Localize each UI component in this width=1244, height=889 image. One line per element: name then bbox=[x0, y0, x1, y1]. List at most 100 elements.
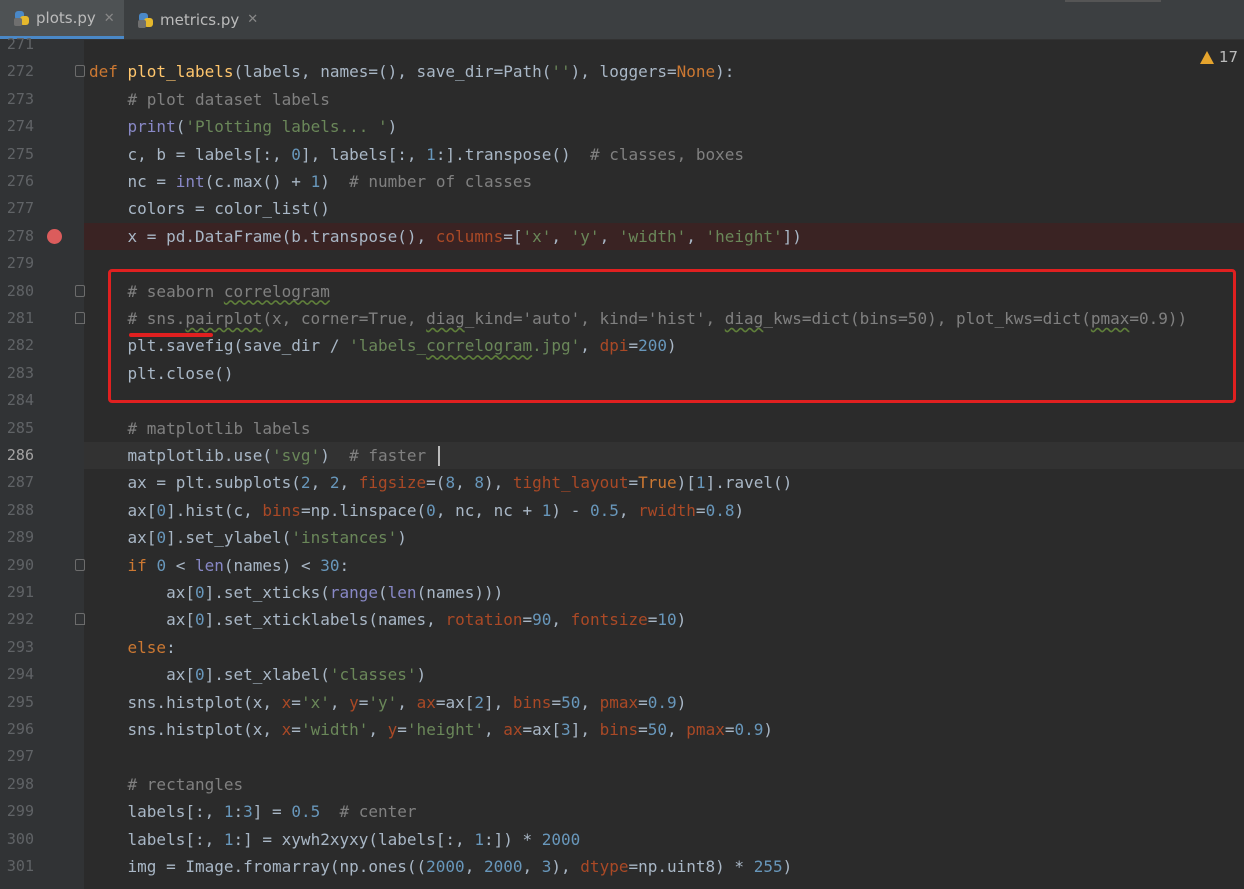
code-text: sns.histplot(x, x='x', y='y', ax=ax[2], … bbox=[89, 689, 687, 716]
code-line[interactable]: 272 def plot_labels(labels, names=(), sav… bbox=[0, 58, 1244, 85]
code-token: None bbox=[676, 62, 716, 82]
code-token: 1 bbox=[223, 802, 234, 822]
code-token: 0 bbox=[194, 583, 205, 602]
code-token: 1 bbox=[695, 473, 706, 493]
code-token: 2 bbox=[300, 473, 311, 493]
code-line[interactable]: 296 sns.histplot(x, x='width', y='height… bbox=[0, 716, 1244, 743]
code-token: ), bbox=[483, 473, 513, 493]
code-line[interactable]: 275 c, b = labels[:, 0], labels[:, 1:].t… bbox=[0, 141, 1244, 168]
code-line[interactable]: 295 sns.histplot(x, x='x', y='y', ax=ax[… bbox=[0, 689, 1244, 716]
code-text: # plot dataset labels bbox=[89, 86, 330, 113]
code-line[interactable]: 301 img = Image.fromarray(np.ones((2000,… bbox=[0, 853, 1244, 880]
line-number: 296 bbox=[6, 720, 34, 738]
warnings-indicator[interactable]: 17 bbox=[1200, 48, 1238, 66]
code-token: x bbox=[281, 692, 292, 712]
code-line[interactable]: 291 ax[0].set_xticks(range(len(names))) bbox=[0, 579, 1244, 606]
code-token: (names) < bbox=[223, 555, 321, 575]
breakpoint-icon[interactable] bbox=[47, 228, 62, 244]
scroll-indicator bbox=[1065, 0, 1161, 2]
code-token: y bbox=[349, 692, 359, 712]
code-text: ax[0].set_ylabel('instances') bbox=[89, 524, 407, 551]
fold-icon[interactable] bbox=[75, 613, 85, 626]
code-text: labels[:, 1:3] = 0.5 # center bbox=[89, 798, 417, 825]
line-number: 274 bbox=[6, 117, 34, 136]
code-token: ) bbox=[320, 446, 350, 465]
code-line[interactable]: 293 else: bbox=[0, 634, 1244, 661]
code-token: 50 bbox=[561, 692, 581, 712]
code-token: 3 bbox=[541, 857, 552, 876]
code-token: = bbox=[522, 610, 533, 630]
code-token: , bbox=[599, 226, 619, 246]
code-line[interactable]: 298 # rectangles bbox=[0, 771, 1244, 798]
code-text: sns.histplot(x, x='width', y='height', a… bbox=[89, 716, 773, 743]
code-token: 1 bbox=[310, 172, 321, 191]
code-token: '' bbox=[551, 62, 571, 82]
line-number: 281 bbox=[6, 309, 34, 327]
close-icon[interactable]: ✕ bbox=[247, 12, 258, 27]
code-token: 0.5 bbox=[589, 500, 619, 520]
code-text: labels[:, 1:] = xywh2xyxy(labels[:, 1:])… bbox=[89, 826, 581, 853]
highlight-underline-annotation bbox=[129, 333, 213, 337]
code-line[interactable]: 297 bbox=[0, 743, 1244, 770]
code-token: : bbox=[166, 637, 176, 657]
code-token: (labels, names=(), save_dir=Path( bbox=[233, 62, 552, 82]
line-number: 277 bbox=[6, 199, 34, 218]
code-line[interactable]: 300 labels[:, 1:] = xywh2xyxy(labels[:, … bbox=[0, 826, 1244, 853]
code-token: ax = plt.subplots( bbox=[89, 473, 301, 493]
code-token: 2000 bbox=[483, 857, 523, 876]
line-number: 287 bbox=[6, 473, 34, 492]
fold-icon[interactable] bbox=[75, 312, 85, 324]
code-token: ax[ bbox=[89, 528, 157, 548]
code-token: # center bbox=[339, 802, 417, 822]
line-number: 279 bbox=[6, 254, 34, 273]
code-token: ) bbox=[676, 692, 687, 712]
line-number: 295 bbox=[6, 692, 34, 711]
code-token: ], bbox=[570, 720, 600, 739]
code-line[interactable]: 290 if 0 < len(names) < 30: bbox=[0, 552, 1244, 579]
code-token: , bbox=[464, 857, 484, 876]
code-token: =( bbox=[426, 473, 446, 493]
code-token: 1 bbox=[426, 144, 436, 164]
code-token: ( bbox=[378, 583, 388, 602]
code-token: nc = bbox=[89, 172, 176, 191]
code-line[interactable]: 292 ax[0].set_xticklabels(names, rotatio… bbox=[0, 606, 1244, 633]
code-line[interactable]: 277 colors = color_list() bbox=[0, 195, 1244, 222]
code-line[interactable]: 299 labels[:, 1:3] = 0.5 # center bbox=[0, 798, 1244, 825]
code-token: 8 bbox=[474, 473, 484, 493]
code-token: ): bbox=[715, 62, 735, 82]
code-text: colors = color_list() bbox=[89, 195, 330, 222]
code-token: ) bbox=[676, 610, 687, 630]
code-token: x = pd.DataFrame(b.transpose(), bbox=[89, 226, 436, 246]
close-icon[interactable]: ✕ bbox=[104, 11, 115, 26]
code-token: pmax bbox=[599, 692, 639, 712]
code-token: ) bbox=[782, 857, 793, 876]
code-token: bins bbox=[512, 692, 552, 712]
code-line[interactable]: 287 ax = plt.subplots(2, 2, figsize=(8, … bbox=[0, 469, 1244, 496]
code-line[interactable]: 274 print('Plotting labels... ') bbox=[0, 113, 1244, 140]
code-line[interactable]: 271 bbox=[0, 31, 1244, 58]
code-token: , bbox=[551, 226, 571, 246]
code-token: def bbox=[89, 62, 128, 82]
code-token: 0.9 bbox=[647, 692, 677, 712]
code-line[interactable]: 286 matplotlib.use('svg') # faster bbox=[0, 442, 1244, 470]
code-line[interactable]: 288 ax[0].hist(c, bins=np.linspace(0, nc… bbox=[0, 497, 1244, 524]
code-text: nc = int(c.max() + 1) # number of classe… bbox=[89, 168, 533, 195]
code-text: c, b = labels[:, 0], labels[:, 1:].trans… bbox=[89, 141, 745, 168]
code-line[interactable]: 285 # matplotlib labels bbox=[0, 415, 1244, 442]
code-line[interactable]: 289 ax[0].set_ylabel('instances') bbox=[0, 524, 1244, 551]
code-token: range bbox=[329, 583, 379, 602]
fold-icon[interactable] bbox=[75, 558, 85, 571]
tab-label: plots.py bbox=[36, 9, 96, 27]
code-line[interactable]: 294 ax[0].set_xlabel('classes') bbox=[0, 661, 1244, 688]
code-token: 'y' bbox=[368, 692, 398, 712]
code-text: else: bbox=[89, 634, 176, 661]
code-line[interactable]: 276 nc = int(c.max() + 1) # number of cl… bbox=[0, 168, 1244, 195]
line-number: 298 bbox=[6, 774, 34, 793]
code-token: 0.5 bbox=[291, 802, 321, 822]
fold-icon[interactable] bbox=[75, 284, 85, 297]
code-line[interactable]: 273 # plot dataset labels bbox=[0, 86, 1244, 113]
code-text: print('Plotting labels... ') bbox=[89, 113, 398, 140]
code-line[interactable]: 278 x = pd.DataFrame(b.transpose(), colu… bbox=[0, 222, 1244, 251]
fold-icon[interactable] bbox=[75, 65, 85, 78]
